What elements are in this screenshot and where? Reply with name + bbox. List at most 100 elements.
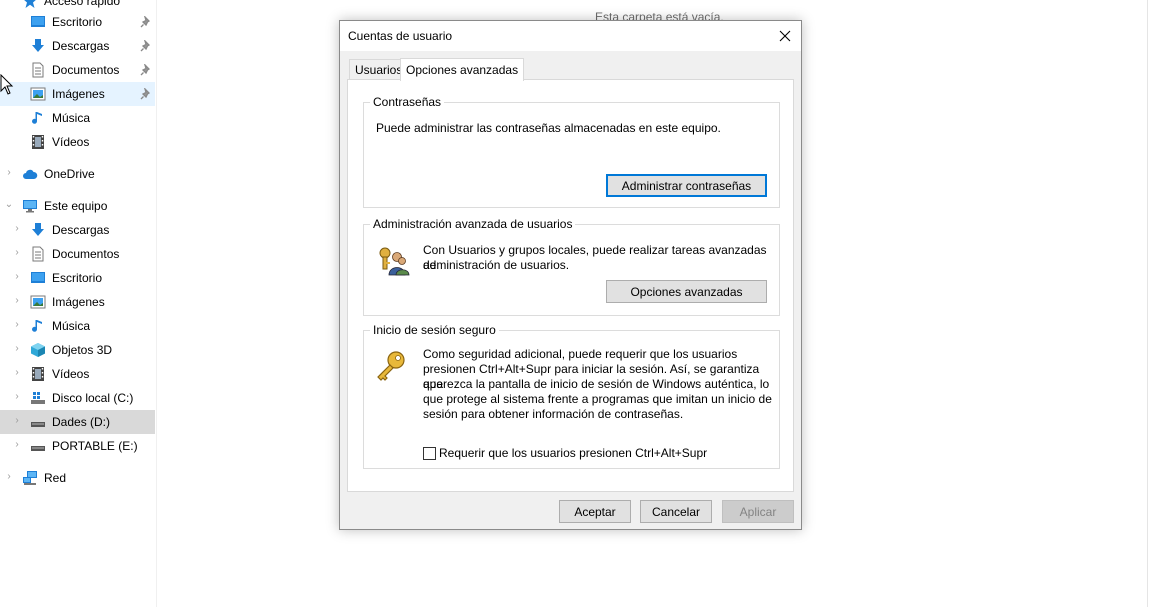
chevron-right-icon[interactable]: › <box>12 367 22 378</box>
nav-item-label: Descargas <box>52 39 110 53</box>
nav-item-label: Música <box>52 319 91 333</box>
nav-item-label: Vídeos <box>52 135 90 149</box>
advanced-description-line2: administración de usuarios. <box>423 258 570 272</box>
computer-icon <box>23 200 37 213</box>
close-icon <box>779 30 791 42</box>
secure-logon-group: Inicio de sesión seguro Como seguridad a… <box>363 323 780 469</box>
pictures-icon <box>30 295 46 309</box>
advanced-user-management-group: Administración avanzada de usuarios Con … <box>363 217 780 316</box>
nav-item-label: Dades (D:) <box>52 415 111 429</box>
nav-item-dades-d[interactable]: › Dades (D:) <box>0 410 155 434</box>
dialog-title: Cuentas de usuario <box>348 29 453 43</box>
chevron-right-icon[interactable]: › <box>12 319 22 330</box>
chevron-right-icon[interactable]: › <box>12 223 22 234</box>
nav-item-musica[interactable]: Música <box>0 106 155 130</box>
nav-item-label: Acceso rápido <box>44 0 121 8</box>
desktop-icon <box>31 16 45 27</box>
nav-item-red[interactable]: › Red <box>0 466 155 490</box>
group-legend: Administración avanzada de usuarios <box>370 217 576 231</box>
apply-button[interactable]: Aplicar <box>722 500 794 523</box>
cloud-icon <box>23 169 38 179</box>
music-icon <box>32 320 42 332</box>
nav-item-documentos[interactable]: Documentos <box>0 58 155 82</box>
nav-item-label: Vídeos <box>52 367 90 381</box>
tab-opciones-avanzadas[interactable]: Opciones avanzadas <box>400 58 525 81</box>
nav-item-objetos-3d[interactable]: › Objetos 3D <box>0 338 155 362</box>
nav-item-label: Disco local (C:) <box>52 391 134 405</box>
pin-icon[interactable] <box>140 64 152 76</box>
nav-item-label: Escritorio <box>52 271 103 285</box>
manage-passwords-button[interactable]: Administrar contraseñas <box>606 174 767 197</box>
network-icon <box>23 471 37 485</box>
chevron-right-icon[interactable]: › <box>12 271 22 282</box>
nav-item-label: Documentos <box>52 63 120 77</box>
videos-icon <box>32 135 44 149</box>
nav-item-musica-pc[interactable]: › Música <box>0 314 155 338</box>
secure-logon-line4: que protege al sistema frente a programa… <box>423 392 772 406</box>
nav-item-descargas-pc[interactable]: › Descargas <box>0 218 155 242</box>
chevron-right-icon[interactable]: › <box>4 471 14 482</box>
close-button[interactable] <box>769 21 801 51</box>
nav-item-label: Escritorio <box>52 15 103 29</box>
chevron-right-icon[interactable]: › <box>12 247 22 258</box>
nav-item-label: Documentos <box>52 247 120 261</box>
nav-item-label: Red <box>44 471 67 485</box>
pictures-icon <box>30 87 46 101</box>
nav-item-label: PORTABLE (E:) <box>52 439 138 453</box>
secure-logon-line3: aparezca la pantalla de inicio de sesión… <box>423 377 770 391</box>
nav-item-escritorio[interactable]: Escritorio <box>0 10 155 34</box>
objects-3d-icon <box>31 343 45 357</box>
drive-icon <box>31 446 45 451</box>
users-keys-icon <box>379 247 410 276</box>
nav-item-disco-local-c[interactable]: › Disco local (C:) <box>0 386 155 410</box>
dialog-title-bar[interactable]: Cuentas de usuario <box>340 21 801 51</box>
passwords-description: Puede administrar las contraseñas almace… <box>376 121 721 135</box>
nav-item-videos[interactable]: Vídeos <box>0 130 155 154</box>
pin-icon[interactable] <box>140 40 152 52</box>
drive-icon <box>31 422 45 427</box>
downloads-icon <box>32 223 44 236</box>
nav-item-este-equipo[interactable]: ⌄ Este equipo <box>0 194 155 218</box>
windows-drive-icon <box>31 392 45 404</box>
nav-item-imagenes[interactable]: Imágenes <box>0 82 155 106</box>
chevron-right-icon[interactable]: › <box>4 167 14 178</box>
ok-button[interactable]: Aceptar <box>559 500 631 523</box>
nav-item-portable-e[interactable]: › PORTABLE (E:) <box>0 434 155 458</box>
music-icon <box>32 112 42 124</box>
nav-item-label: OneDrive <box>44 167 95 181</box>
window-edge <box>1147 0 1148 607</box>
nav-item-onedrive[interactable]: › OneDrive <box>0 162 155 186</box>
nav-item-label: Música <box>52 111 91 125</box>
nav-item-descargas[interactable]: Descargas <box>0 34 155 58</box>
documents-icon <box>32 62 44 78</box>
require-ctrl-alt-del-label[interactable]: Requerir que los usuarios presionen Ctrl… <box>439 446 707 461</box>
nav-item-videos-pc[interactable]: › Vídeos <box>0 362 155 386</box>
videos-icon <box>32 367 44 381</box>
key-icon <box>377 351 405 381</box>
pin-icon[interactable] <box>140 88 152 100</box>
nav-item-documentos-pc[interactable]: › Documentos <box>0 242 155 266</box>
chevron-right-icon[interactable]: › <box>12 295 22 306</box>
nav-item-label: Este equipo <box>44 199 108 213</box>
chevron-right-icon[interactable]: › <box>12 415 22 426</box>
navigation-pane: Acceso rápido Escritorio Descargas Docum… <box>0 0 157 607</box>
chevron-right-icon[interactable]: › <box>12 391 22 402</box>
cancel-button[interactable]: Cancelar <box>640 500 712 523</box>
user-accounts-dialog: Cuentas de usuario Usuarios Opciones ava… <box>339 20 802 530</box>
chevron-right-icon[interactable]: › <box>12 439 22 450</box>
tab-panel: Contraseñas Puede administrar las contra… <box>347 79 794 492</box>
require-ctrl-alt-del-checkbox[interactable] <box>423 447 436 460</box>
group-legend: Inicio de sesión seguro <box>370 323 499 337</box>
chevron-right-icon[interactable]: › <box>12 343 22 354</box>
pin-icon[interactable] <box>140 16 152 28</box>
advanced-options-button[interactable]: Opciones avanzadas <box>606 280 767 303</box>
nav-item-label: Imágenes <box>52 295 105 309</box>
chevron-down-icon[interactable]: ⌄ <box>4 199 14 210</box>
nav-item-imagenes-pc[interactable]: › Imágenes <box>0 290 155 314</box>
secure-logon-line5: sesión para obtener información de contr… <box>423 407 684 421</box>
nav-item-label: Objetos 3D <box>52 343 113 357</box>
desktop-icon <box>31 272 45 283</box>
mouse-cursor-icon <box>0 74 14 95</box>
nav-item-escritorio-pc[interactable]: › Escritorio <box>0 266 155 290</box>
secure-logon-line1: Como seguridad adicional, puede requerir… <box>423 347 738 361</box>
